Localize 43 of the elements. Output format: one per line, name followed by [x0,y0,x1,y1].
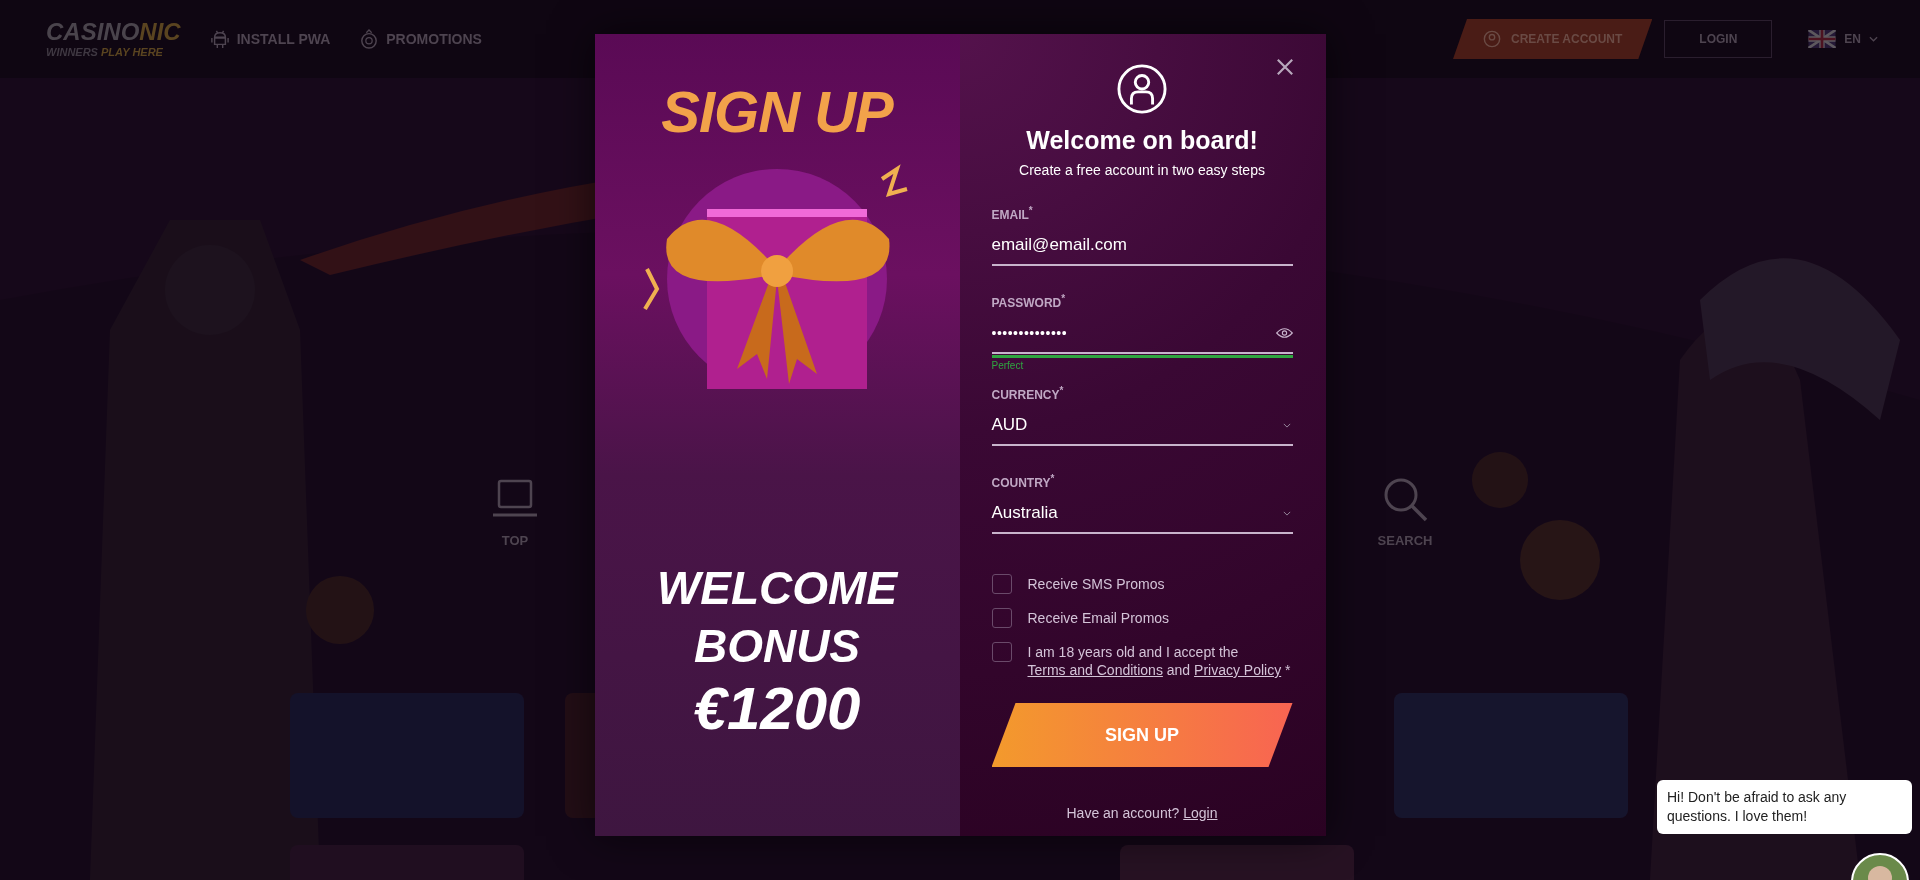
field-label: PASSWORD$^{*}$ [991,293,1066,310]
login-link[interactable]: Login [1183,805,1218,821]
user-icon [1483,30,1501,48]
form-subtitle: Create a free account in two easy steps [1019,162,1265,178]
flag-icon [1808,30,1837,48]
eye-icon[interactable] [1275,327,1293,339]
close-icon[interactable] [1275,58,1294,76]
category-tab[interactable]: TOP [460,475,570,548]
coin-icon [360,29,379,49]
bonus-text: €1200 [693,675,861,743]
user-icon [1117,64,1167,114]
field-label: CURRENCY$^{*}$ [991,385,1064,402]
category-tab[interactable]: SEARCH [1350,475,1460,548]
field-label: COUNTRY$^{*}$ [991,473,1055,490]
strength-label: Perfect [991,360,1024,371]
sign-up-button[interactable]: SIGN UP [991,703,1293,767]
chevron-down-icon [1282,510,1291,516]
form-title: Welcome on board! [1026,126,1258,155]
checkbox[interactable] [991,642,1012,662]
chat-bubble[interactable]: Hi! Don't be afraid to ask any questions. I love them! [1657,780,1912,834]
checkbox[interactable] [991,574,1012,594]
checkbox-label: Receive SMS Promos [1027,575,1165,593]
text-link[interactable]: Privacy Policy [1194,662,1282,678]
field-label: EMAIL$^{*}$ [991,205,1033,222]
logo-wordmark[interactable]: CASINONIC [46,20,181,44]
select-field[interactable]: Australia [991,494,1293,534]
bonus-text: WELCOME [656,561,898,616]
language-selector[interactable]: EN [1802,29,1884,49]
login-prompt: Have an account? Login [1066,805,1218,821]
chevron-down-icon [1282,422,1291,428]
checkbox-label: Receive Email Promos [1027,609,1170,627]
promo-title: SIGN UP [661,78,893,145]
nav-link[interactable]: PROMOTIONS [360,29,482,49]
bonus-text: BONUS [693,619,861,674]
android-icon [210,29,229,49]
select-field[interactable]: AUD [991,406,1293,446]
login-button[interactable]: LOGIN [1664,20,1773,58]
checkbox-label: I am 18 years old and I accept the Terms and Conditions and Privacy Policy * [1027,643,1292,679]
checkbox[interactable] [991,608,1012,628]
text-link[interactable]: Terms and Conditions [1027,662,1163,678]
input-field[interactable]: email@email.com [991,226,1293,266]
nav-link[interactable]: INSTALL PWA [210,29,331,49]
chevron-down-icon [1869,36,1878,42]
